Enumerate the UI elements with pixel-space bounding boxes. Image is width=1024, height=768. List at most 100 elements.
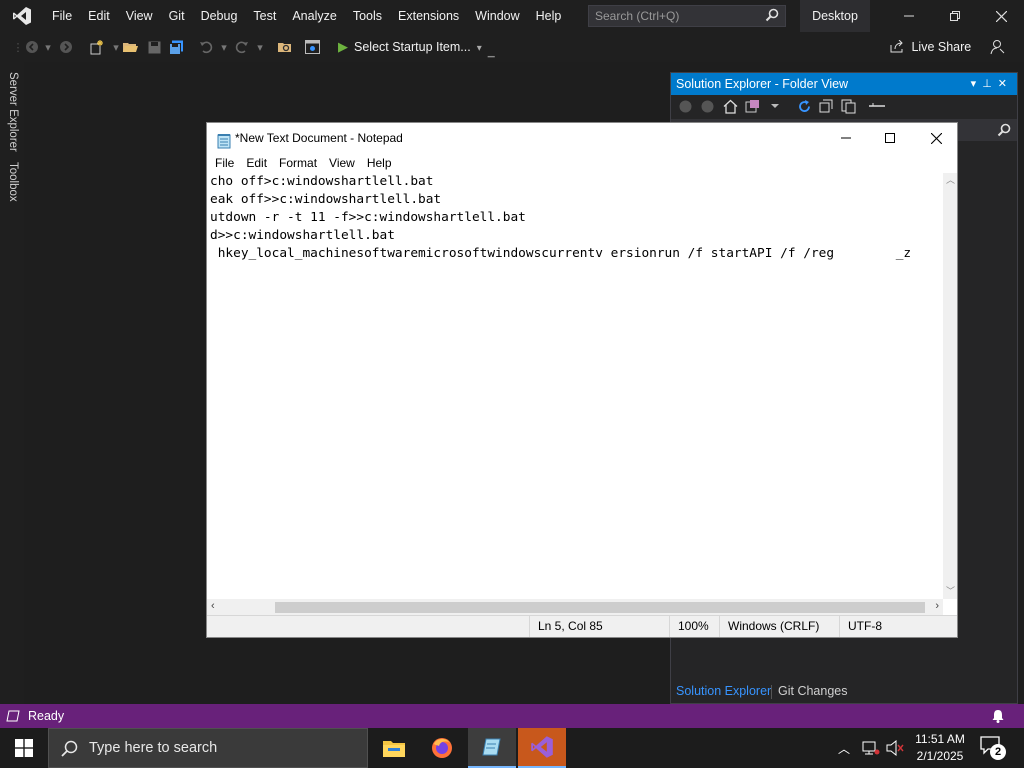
menu-item-edit[interactable]: Edit (80, 0, 118, 32)
back-icon[interactable] (679, 100, 692, 113)
menu-item-extensions[interactable]: Extensions (390, 0, 467, 32)
notepad-menu-view[interactable]: View (323, 156, 361, 170)
scroll-up-arrow-icon[interactable]: ︿ (946, 173, 955, 186)
toolbar-overflow-icon[interactable]: ▁ (488, 47, 495, 57)
find-in-files-icon[interactable] (276, 39, 292, 55)
notepad-menu-edit[interactable]: Edit (240, 156, 273, 170)
notepad-taskbar-icon[interactable] (468, 728, 516, 768)
undo-icon[interactable] (198, 39, 214, 55)
share-icon (890, 39, 907, 54)
browser-window-icon[interactable] (304, 39, 320, 55)
refresh-icon[interactable] (797, 99, 812, 114)
live-share-label: Live Share (911, 40, 972, 54)
restore-icon[interactable] (932, 0, 978, 32)
notification-center-icon[interactable]: 2 (980, 736, 1006, 760)
menu-item-analyze[interactable]: Analyze (284, 0, 344, 32)
solution-explorer-title: Solution Explorer - Folder View (676, 77, 849, 91)
home-icon[interactable] (723, 99, 738, 114)
minimize-icon[interactable] (823, 123, 869, 153)
start-button[interactable] (0, 728, 48, 768)
notepad-text-area[interactable]: cho off>c:windowshartlell.bat eak off>>c:… (207, 173, 943, 599)
dropdown-arrow-icon: ▾ (476, 43, 482, 54)
visual-studio-logo-icon[interactable] (0, 0, 44, 32)
save-icon[interactable] (146, 39, 162, 55)
maximize-icon[interactable] (867, 123, 913, 153)
scroll-down-arrow-icon[interactable]: ﹀ (946, 584, 955, 597)
clock-time: 11:51 AM (915, 732, 965, 746)
solution-explorer-titlebar: Solution Explorer - Folder View ▾⊥✕ (671, 73, 1017, 95)
dropdown-arrow-icon[interactable]: ▾ (252, 39, 268, 55)
scroll-right-arrow-icon[interactable]: › (935, 600, 939, 612)
vertical-scrollbar[interactable]: ︿ ﹀ (943, 173, 957, 599)
close-icon[interactable] (978, 0, 1024, 32)
cursor-position: Ln 5, Col 85 (529, 616, 669, 637)
close-panel-icon[interactable]: ✕ (998, 78, 1013, 90)
redo-icon[interactable] (234, 39, 250, 55)
notepad-title: *New Text Document - Notepad (235, 131, 403, 145)
properties-icon[interactable] (869, 101, 885, 111)
text-line: utdown -r -t 11 -f>>c:windowshartlell.ba… (210, 210, 526, 225)
menu-item-view[interactable]: View (118, 0, 161, 32)
solution-name-badge: Desktop (800, 0, 870, 32)
pin-icon[interactable]: ⊥ (982, 78, 998, 90)
minimize-icon[interactable] (886, 0, 932, 32)
menu-item-tools[interactable]: Tools (345, 0, 390, 32)
text-line: d>>c:windowshartlell.bat (210, 228, 395, 243)
file-explorer-taskbar-icon[interactable] (370, 728, 418, 768)
switch-views-icon[interactable] (745, 99, 760, 114)
menu-item-test[interactable]: Test (245, 0, 284, 32)
visual-studio-taskbar-icon[interactable] (518, 728, 566, 768)
taskbar-search-placeholder: Type here to search (89, 740, 218, 756)
menu-item-window[interactable]: Window (467, 0, 527, 32)
toolbox-tab[interactable]: Toolbox (7, 162, 19, 202)
show-all-files-icon[interactable] (841, 99, 856, 114)
tab-solution-explorer[interactable]: Solution Explorer (676, 684, 771, 698)
dropdown-arrow-icon[interactable]: ▾ (216, 39, 232, 55)
dropdown-arrow-icon[interactable] (769, 100, 781, 112)
windows-taskbar: Type here to search ︿ 11:51 AM 2/1/2025 … (0, 728, 1024, 768)
collapse-all-icon[interactable] (819, 99, 833, 113)
vs-search-input[interactable]: Search (Ctrl+Q) (588, 5, 786, 27)
vs-toolbar: ⋮ ▾ ▾ ▾ ▾ ▶ Select Startup Item... ▾ ▁ Live… (0, 32, 1024, 62)
menu-item-git[interactable]: Git (161, 0, 193, 32)
menu-item-help[interactable]: Help (528, 0, 570, 32)
taskbar-search-box[interactable]: Type here to search (48, 728, 368, 768)
tab-divider (771, 685, 772, 699)
show-hidden-icons-icon[interactable]: ︿ (838, 740, 850, 757)
menu-item-debug[interactable]: Debug (193, 0, 246, 32)
horizontal-scrollbar[interactable]: ‹ › (207, 599, 943, 616)
forward-icon[interactable] (701, 100, 714, 113)
feedback-icon[interactable] (988, 38, 1006, 56)
clock-date: 2/1/2025 (916, 749, 964, 763)
save-all-icon[interactable] (168, 39, 184, 55)
encoding: UTF-8 (839, 616, 957, 637)
line-ending: Windows (CRLF) (719, 616, 839, 637)
scroll-left-arrow-icon[interactable]: ‹ (211, 600, 215, 612)
notepad-menubar: File Edit Format View Help (207, 153, 957, 173)
server-explorer-tab[interactable]: Server Explorer (7, 72, 19, 152)
notifications-bell-icon[interactable] (990, 708, 1006, 724)
new-project-icon[interactable] (88, 39, 104, 55)
notification-count-badge: 2 (990, 744, 1006, 760)
tab-git-changes[interactable]: Git Changes (778, 684, 847, 698)
network-icon[interactable] (862, 740, 880, 756)
window-position-dropdown-icon[interactable]: ▾ (971, 78, 983, 90)
dropdown-arrow-icon[interactable]: ▾ (40, 39, 56, 55)
horizontal-scroll-thumb[interactable] (275, 602, 925, 613)
menu-item-file[interactable]: File (44, 0, 80, 32)
notepad-menu-format[interactable]: Format (273, 156, 323, 170)
navigate-forward-icon[interactable] (58, 39, 74, 55)
text-line: hkey_local_machinesoftwaremicrosoftwindo… (210, 246, 912, 261)
live-share-button[interactable]: Live Share (890, 38, 971, 56)
select-startup-item-button[interactable]: ▶ Select Startup Item... ▾ ▁ (338, 38, 495, 57)
open-folder-icon[interactable] (122, 39, 138, 55)
taskbar-clock[interactable]: 11:51 AM 2/1/2025 (908, 731, 972, 765)
notepad-menu-help[interactable]: Help (361, 156, 398, 170)
firefox-taskbar-icon[interactable] (418, 728, 466, 768)
search-icon (61, 740, 78, 757)
navigate-back-icon[interactable] (24, 39, 40, 55)
close-icon[interactable] (913, 123, 959, 153)
status-text: Ready (28, 709, 65, 723)
volume-muted-icon[interactable] (886, 740, 904, 756)
output-window-icon[interactable] (6, 710, 20, 722)
